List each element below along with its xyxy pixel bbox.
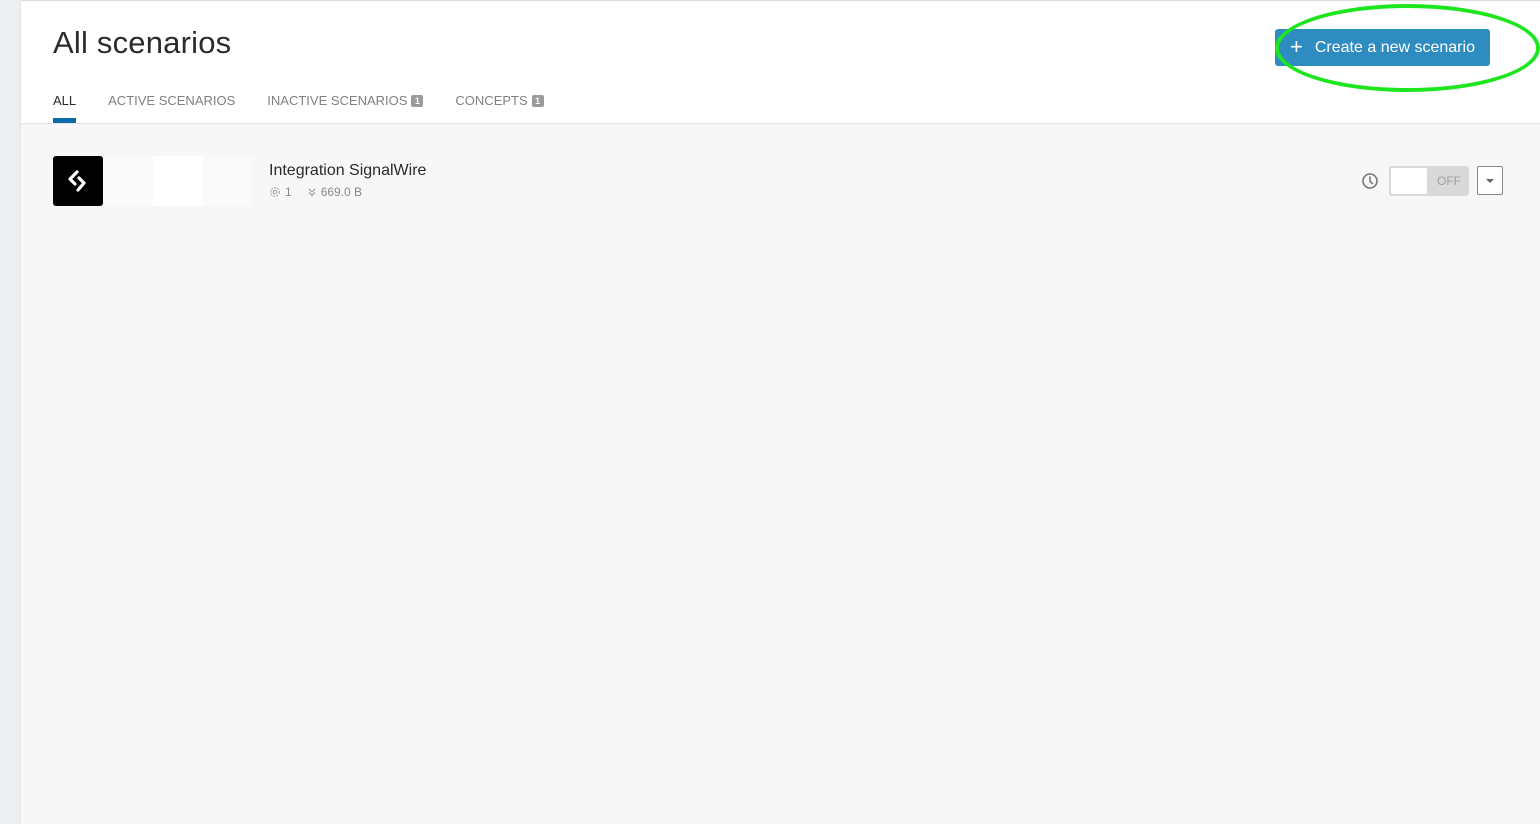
gear-icon [270,187,280,197]
count-badge: 1 [531,95,544,107]
tab-label: CONCEPTS [455,93,528,108]
count-badge: 1 [411,95,424,107]
tab-inactive-scenarios[interactable]: INACTIVE SCENARIOS 1 [267,93,424,123]
create-button-label: Create a new scenario [1314,38,1475,56]
tab-all[interactable]: ALL [53,93,77,123]
create-new-scenario-button[interactable]: + Create a new scenario [1275,29,1490,66]
scenario-name[interactable]: Integration SignalWire [269,162,426,180]
double-chevron-down-icon [308,188,316,197]
page-title: All scenarios [53,25,232,60]
scenario-active-toggle[interactable]: OFF [1389,166,1469,196]
scenario-meta: 1 669.0 B [269,185,377,199]
caret-down-icon [1486,178,1494,183]
left-sidebar-rail [0,0,21,824]
tab-active-scenarios[interactable]: ACTIVE SCENARIOS [108,93,235,123]
tab-label: ACTIVE SCENARIOS [108,93,236,108]
module-icons-placeholder [103,156,253,206]
toggle-knob [1391,168,1427,194]
scenario-options-dropdown[interactable] [1477,166,1503,195]
page-header: All scenarios ALL ACTIVE SCENARIOS INACT… [21,1,1540,124]
signalwire-icon [53,156,103,206]
toggle-status-label: OFF [1437,174,1461,188]
scenario-tabs: ALL ACTIVE SCENARIOS INACTIVE SCENARIOS … [53,93,576,123]
plus-icon: + [1290,33,1303,59]
scenario-list-item[interactable]: Integration SignalWire 1 669.0 B OFF [53,156,1503,206]
operations-count: 1 [269,185,292,199]
tab-concepts[interactable]: CONCEPTS 1 [455,93,544,123]
clock-icon[interactable] [1361,172,1379,190]
tab-label: INACTIVE SCENARIOS [267,93,408,108]
tab-label: ALL [53,93,77,108]
data-transfer: 669.0 B [307,185,362,199]
